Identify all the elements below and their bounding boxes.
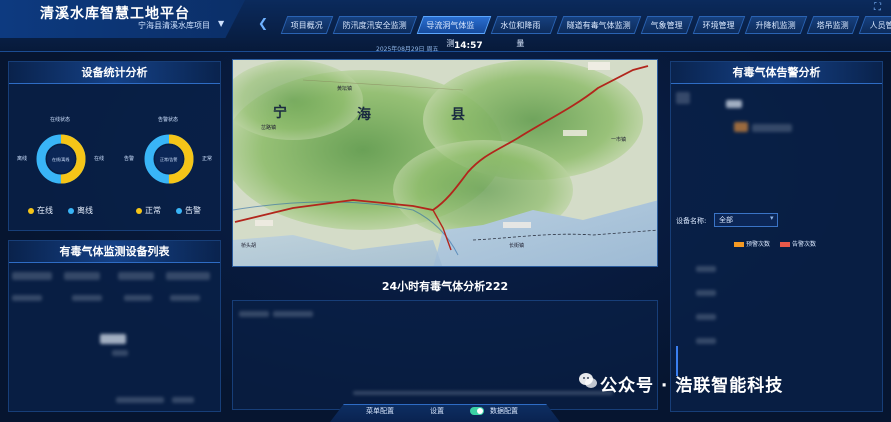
- data-config-button[interactable]: 数据配置: [490, 406, 518, 416]
- donut2-left-label: 告警: [124, 156, 135, 162]
- map-label-xian: 县: [451, 107, 465, 123]
- orange-swatch-icon: [734, 242, 744, 247]
- bar-chart-axis-label: [696, 266, 716, 272]
- donut1-center-label: 在线/离线: [52, 157, 70, 162]
- gas-analysis-title: 24小时有毒气体分析222: [381, 280, 509, 293]
- tab-tunnel-gas[interactable]: 隧道有毒气体监测: [556, 16, 642, 34]
- donut2-right-label: 正常: [202, 156, 213, 162]
- legend-normal: 正常: [136, 205, 161, 216]
- tab-tower-crane[interactable]: 塔吊监测: [806, 16, 860, 34]
- yellow-dot-icon: [28, 207, 34, 214]
- device-list-title: 有毒气体监测设备列表: [9, 241, 220, 263]
- alarm-summary-placeholder: [726, 100, 742, 108]
- chevron-down-icon[interactable]: ▾: [770, 214, 774, 222]
- settings-button[interactable]: 设置: [430, 406, 444, 416]
- chart-axis-placeholder: [239, 311, 269, 317]
- device-stats-title: 设备统计分析: [9, 62, 220, 84]
- tab-elevator[interactable]: 升降机监测: [744, 16, 808, 34]
- top-header: 清溪水库智慧工地平台 宁海县清溪水库项目 ▼ ❮ 项目概况 防汛度汛安全监测 导…: [0, 0, 891, 52]
- red-swatch-icon: [780, 242, 790, 247]
- table-cell: [124, 295, 152, 301]
- device-name-select[interactable]: 全部: [714, 213, 778, 227]
- bar-chart-axis-label: [696, 338, 716, 344]
- map-canvas: [233, 60, 657, 266]
- yellow-dot-icon: [136, 207, 142, 214]
- bottom-toolbar: [330, 404, 560, 422]
- brand-block: 清溪水库智慧工地平台 宁海县清溪水库项目 ▼: [0, 0, 245, 38]
- terrain-map[interactable]: 宁 海 县 黄坛镇 岔路镇 桥头胡 一市镇 长街镇: [232, 59, 658, 267]
- screen-root: 清溪水库智慧工地平台 宁海县清溪水库项目 ▼ ❮ 项目概况 防汛度汛安全监测 导…: [0, 0, 891, 422]
- menu-config-button[interactable]: 菜单配置: [366, 406, 394, 416]
- fullscreen-icon[interactable]: ⛶: [874, 2, 881, 13]
- pagination-placeholder: [116, 397, 164, 403]
- tab-weather[interactable]: 气象管理: [640, 16, 694, 34]
- map-place-qiaotouhu: 桥头胡: [241, 243, 257, 249]
- map-place-chalu: 岔路镇: [261, 125, 277, 131]
- legend-offline: 离线: [68, 205, 93, 216]
- legend-warning-count: 预警次数: [734, 239, 770, 248]
- nav-prev-icon[interactable]: ❮: [258, 16, 268, 30]
- table-cell: [72, 295, 102, 301]
- blue-dot-icon: [176, 207, 182, 214]
- map-place-changjie: 长街镇: [509, 243, 525, 249]
- bar-chart-axis-label: [696, 314, 716, 320]
- donut2-center-label: 正常/告警: [160, 157, 178, 162]
- chart-axis-placeholder: [353, 391, 613, 395]
- chevron-down-icon[interactable]: ▼: [218, 19, 224, 28]
- donut2-title: 告警状态: [158, 117, 179, 123]
- table-cell: [170, 295, 200, 301]
- device-list-panel: 有毒气体监测设备列表: [8, 240, 221, 412]
- map-label-hai: 海: [357, 107, 371, 123]
- donut1-left-label: 离线: [17, 156, 28, 162]
- tab-diversion-gas[interactable]: 导流洞气体监测: [416, 16, 492, 48]
- time-display: 14:57: [454, 41, 483, 51]
- legend-alarm-count: 告警次数: [780, 239, 816, 248]
- tab-water-rain[interactable]: 水位和降雨量: [490, 16, 558, 48]
- donut1-right-label: 在线: [94, 156, 105, 162]
- table-header-cell: [64, 272, 100, 280]
- pagination-placeholder: [172, 397, 194, 403]
- legend-alarm: 告警: [176, 205, 201, 216]
- table-header-cell: [12, 272, 52, 280]
- device-name-label: 设备名称:: [676, 217, 707, 225]
- data-config-toggle[interactable]: [470, 407, 484, 415]
- date-display: 2025年08月29日 周五: [376, 46, 439, 53]
- donut1-title: 在线状态: [50, 117, 71, 123]
- table-header-cell: [118, 272, 154, 280]
- alarm-analysis-title: 有毒气体告警分析: [671, 62, 882, 84]
- table-cell: [12, 295, 42, 301]
- map-label-ning: 宁: [273, 105, 287, 121]
- tab-flood-safety[interactable]: 防汛度汛安全监测: [332, 16, 418, 34]
- blue-dot-icon: [68, 207, 74, 214]
- bar-chart-axis-label: [696, 290, 716, 296]
- project-selector[interactable]: 宁海县清溪水库项目: [138, 20, 210, 31]
- table-empty-placeholder: [100, 334, 126, 344]
- chart-axis-placeholder: [273, 311, 313, 317]
- alarm-summary-placeholder: [734, 122, 748, 132]
- watermark-text: 公众号 · 浩联智能科技: [600, 376, 784, 396]
- alarm-summary-placeholder: [752, 124, 792, 132]
- tab-project-overview[interactable]: 项目概况: [280, 16, 334, 34]
- table-header-cell: [166, 272, 210, 280]
- alarm-analysis-panel: 有毒气体告警分析: [670, 61, 883, 412]
- table-empty-placeholder: [112, 350, 128, 356]
- map-place-huangtan: 黄坛镇: [337, 86, 353, 92]
- alarm-summary-placeholder: [676, 92, 690, 104]
- tab-personnel[interactable]: 人员管: [858, 16, 891, 34]
- map-place-yishi: 一市镇: [611, 137, 627, 143]
- legend-online: 在线: [28, 205, 53, 216]
- wechat-icon: [579, 373, 597, 388]
- tab-environment[interactable]: 环境管理: [692, 16, 746, 34]
- gas-analysis-chart: [232, 300, 658, 410]
